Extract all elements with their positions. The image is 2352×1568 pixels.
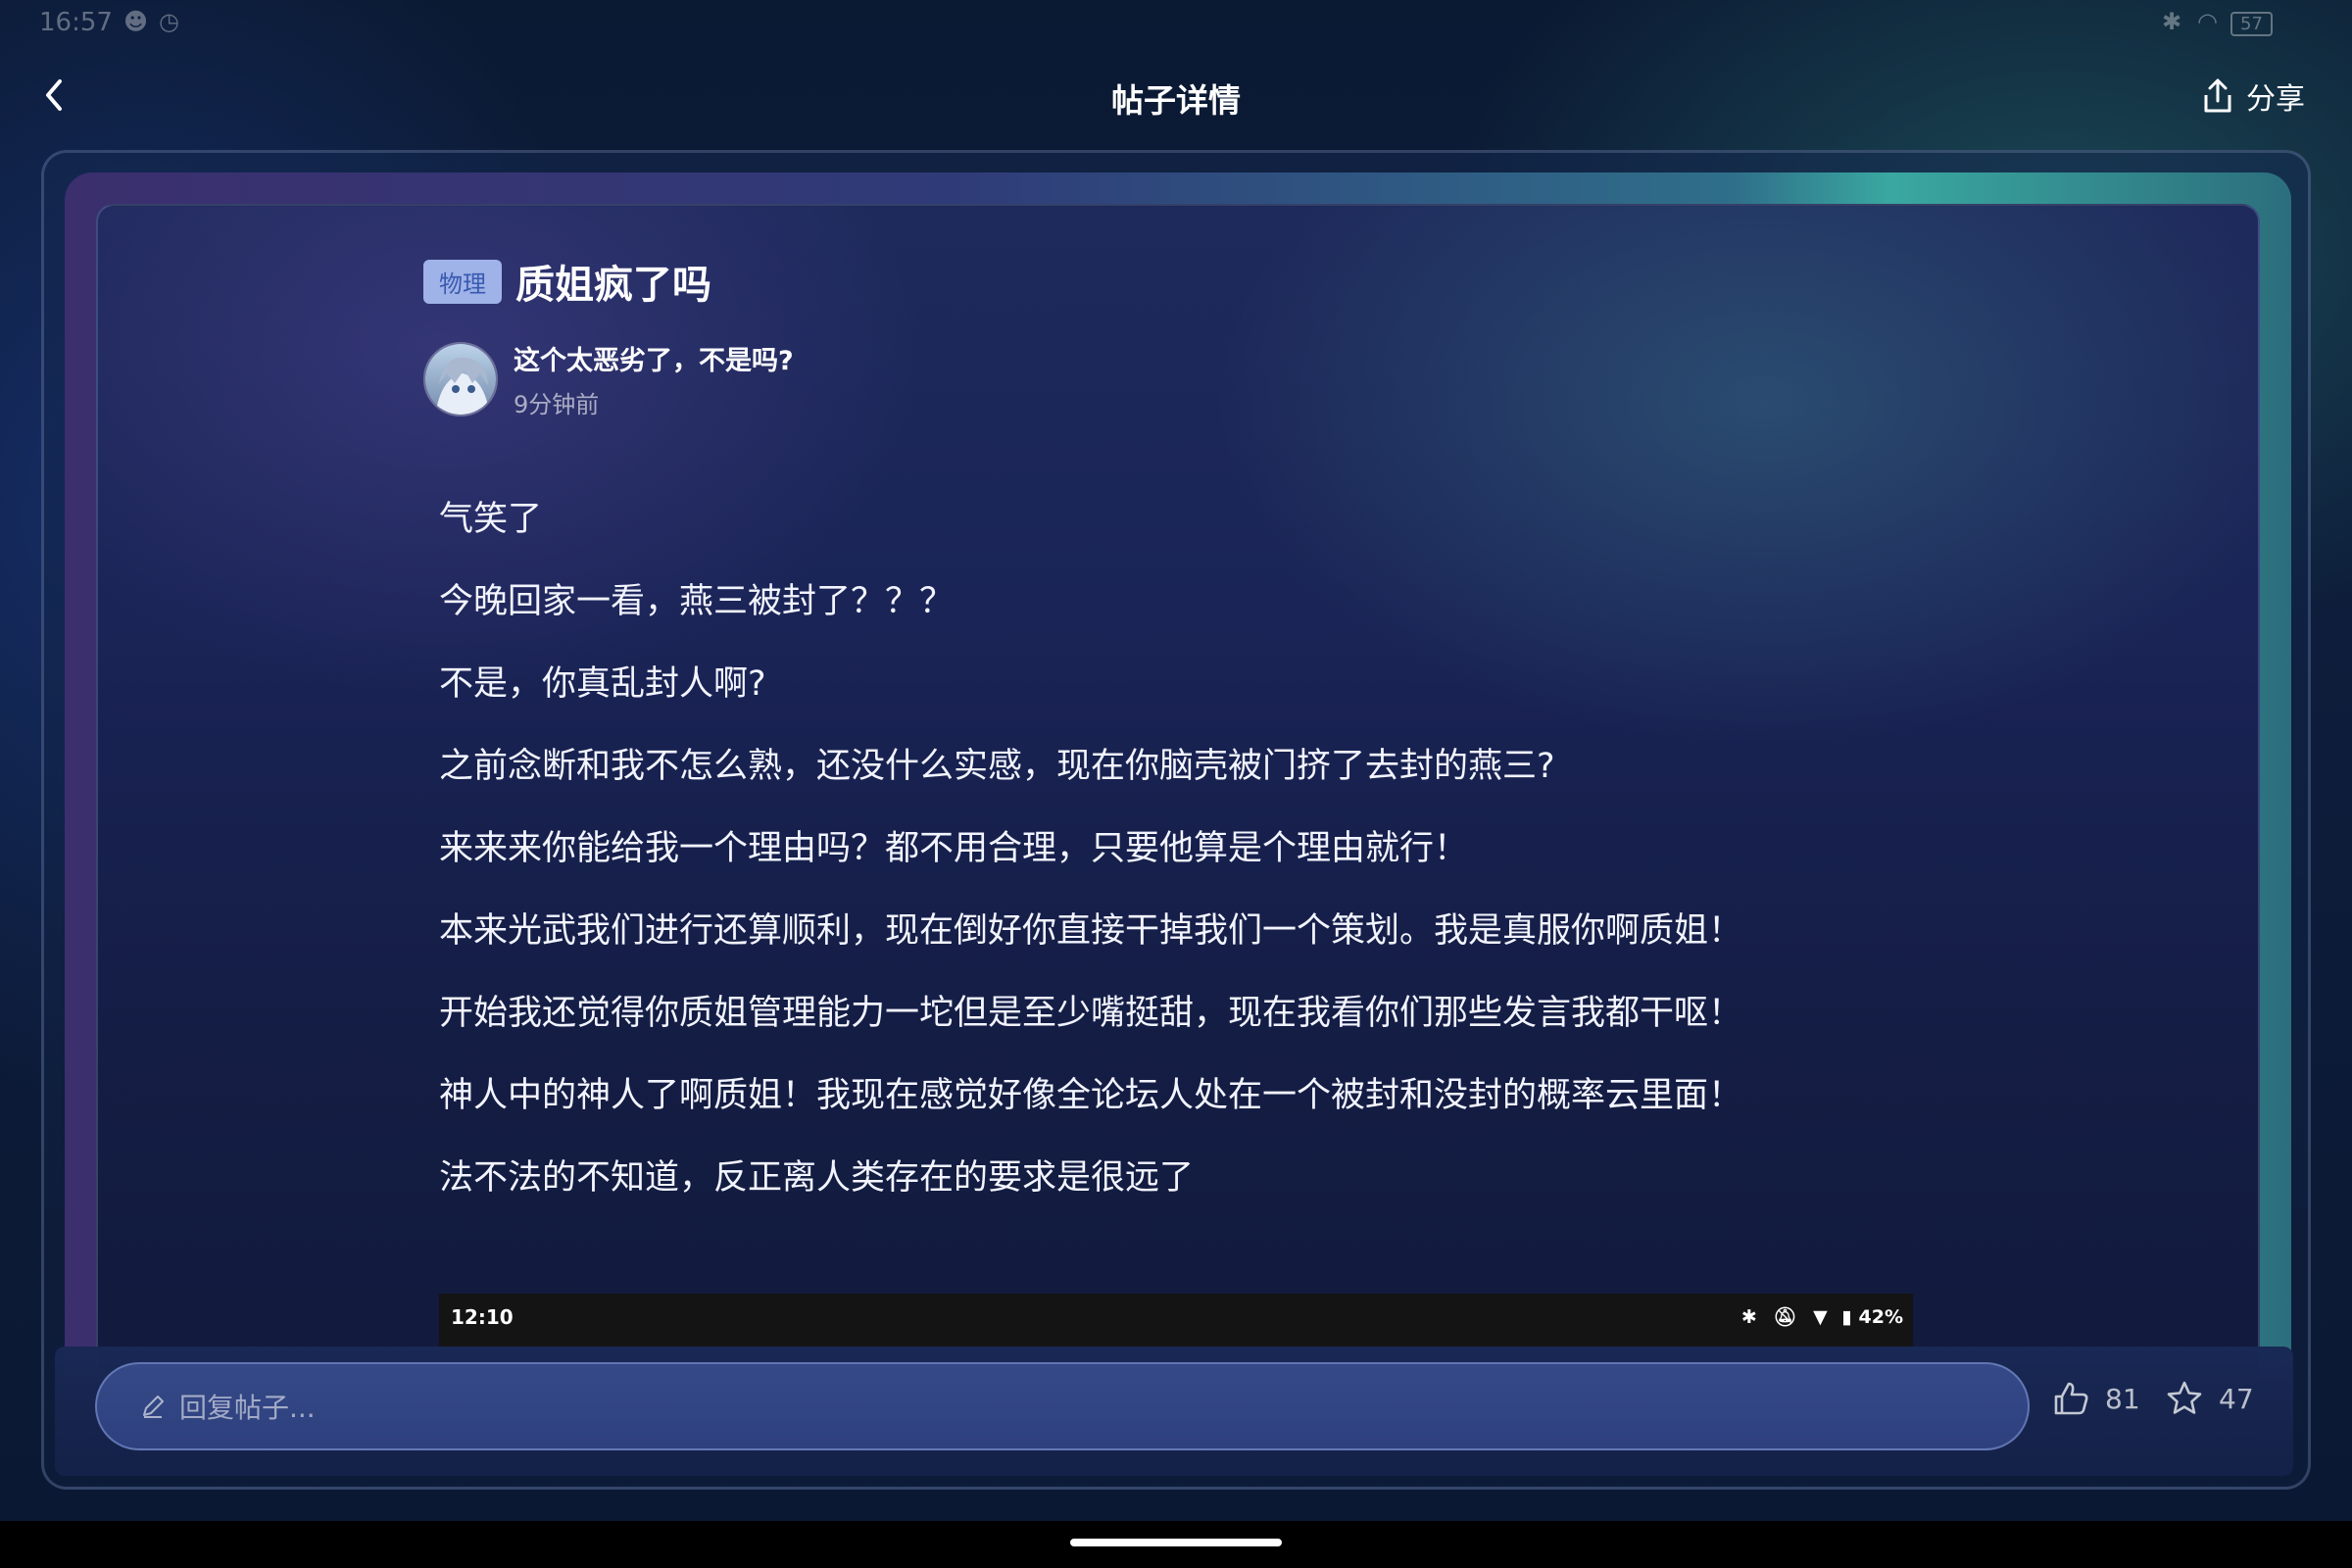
top-bar: 帖子详情 分享 (0, 59, 2352, 137)
status-time: 16:57 (39, 8, 113, 37)
reply-placeholder: 回复帖子... (179, 1392, 316, 1424)
mute-icon: 🔕︎ (1773, 1306, 1797, 1328)
post-paragraph: 今晚回家一看，燕三被封了？？？ (439, 582, 955, 621)
status-bar: 16:57 ☻ ◷ ✱ ◠ 57 (0, 0, 2352, 47)
post-title-row: 物理 质姐疯了吗 (423, 253, 711, 310)
author-name[interactable]: 这个太恶劣了，不是吗? (514, 339, 794, 377)
post-title: 质姐疯了吗 (515, 263, 711, 308)
embedded-screenshot[interactable]: 12:10 ✱ 🔕︎ ▼ ▮ 42% (439, 1294, 1913, 1347)
author-row: 这个太恶劣了，不是吗? 9分钟前 (423, 339, 794, 419)
post-paragraph: 之前念断和我不怎么熟，还没什么实感，现在你脑壳被门挤了去封的燕三? (439, 747, 1555, 786)
pencil-icon (143, 1396, 164, 1418)
bluetooth-icon: ✱ (2162, 8, 2182, 35)
embedded-screenshot-time: 12:10 (451, 1305, 514, 1329)
post-time: 9分钟前 (514, 391, 600, 418)
post-paragraph: 来来来你能给我一个理由吗？都不用合理，只要他算是个理由就行！ (439, 829, 1469, 868)
share-button[interactable]: 分享 (2201, 74, 2305, 118)
like-count: 81 (2105, 1382, 2140, 1415)
share-label: 分享 (2246, 82, 2305, 117)
post-paragraph: 开始我还觉得你质姐管理能力一坨但是至少嘴挺甜，现在我看你们那些发言我都干呕！ (439, 994, 1743, 1033)
favorite-button[interactable]: 47 (2166, 1380, 2254, 1417)
embedded-screenshot-status: ✱ 🔕︎ ▼ ▮ 42% (1741, 1305, 1903, 1328)
favorite-count: 47 (2219, 1382, 2254, 1415)
share-icon (2204, 78, 2231, 113)
post-content: 气笑了 今晚回家一看，燕三被封了？？？ 不是，你真乱封人啊? 之前念断和我不怎么… (439, 478, 1909, 1219)
battery-icon: ▮ (1841, 1306, 1852, 1328)
battery-icon: 57 (2230, 12, 2273, 36)
author-info: 这个太恶劣了，不是吗? 9分钟前 (514, 339, 794, 419)
thumbs-up-icon (2054, 1382, 2088, 1415)
wifi-icon: ◠ (2197, 8, 2218, 35)
avatar[interactable] (423, 342, 498, 416)
post-paragraph: 不是，你真乱封人啊? (439, 664, 766, 704)
wifi-icon: ▼ (1813, 1306, 1828, 1328)
home-indicator[interactable] (1070, 1539, 1282, 1546)
bluetooth-icon: ✱ (1740, 1306, 1757, 1328)
like-button[interactable]: 81 (2052, 1380, 2140, 1417)
battery-level: 42% (1858, 1306, 1903, 1328)
post-paragraph: 法不法的不知道，反正离人类存在的要求是很远了 (439, 1158, 1195, 1198)
post-paragraph: 神人中的神人了啊质姐！我现在感觉好像全论坛人处在一个被封和没封的概率云里面！ (439, 1076, 1743, 1115)
reply-input[interactable]: 回复帖子... (95, 1362, 2030, 1450)
alarm-icon: ◷ (159, 8, 179, 35)
post-paragraph: 本来光武我们进行还算顺利，现在倒好你直接干掉我们一个策划。我是真服你啊质姐！ (439, 911, 1743, 951)
page-title: 帖子详情 (1111, 81, 1241, 120)
app-notification-icon: ☻ (123, 8, 149, 35)
post-paragraph: 气笑了 (439, 500, 543, 539)
category-tag[interactable]: 物理 (423, 259, 502, 304)
star-icon (2167, 1381, 2202, 1414)
avatar-image (425, 344, 496, 415)
